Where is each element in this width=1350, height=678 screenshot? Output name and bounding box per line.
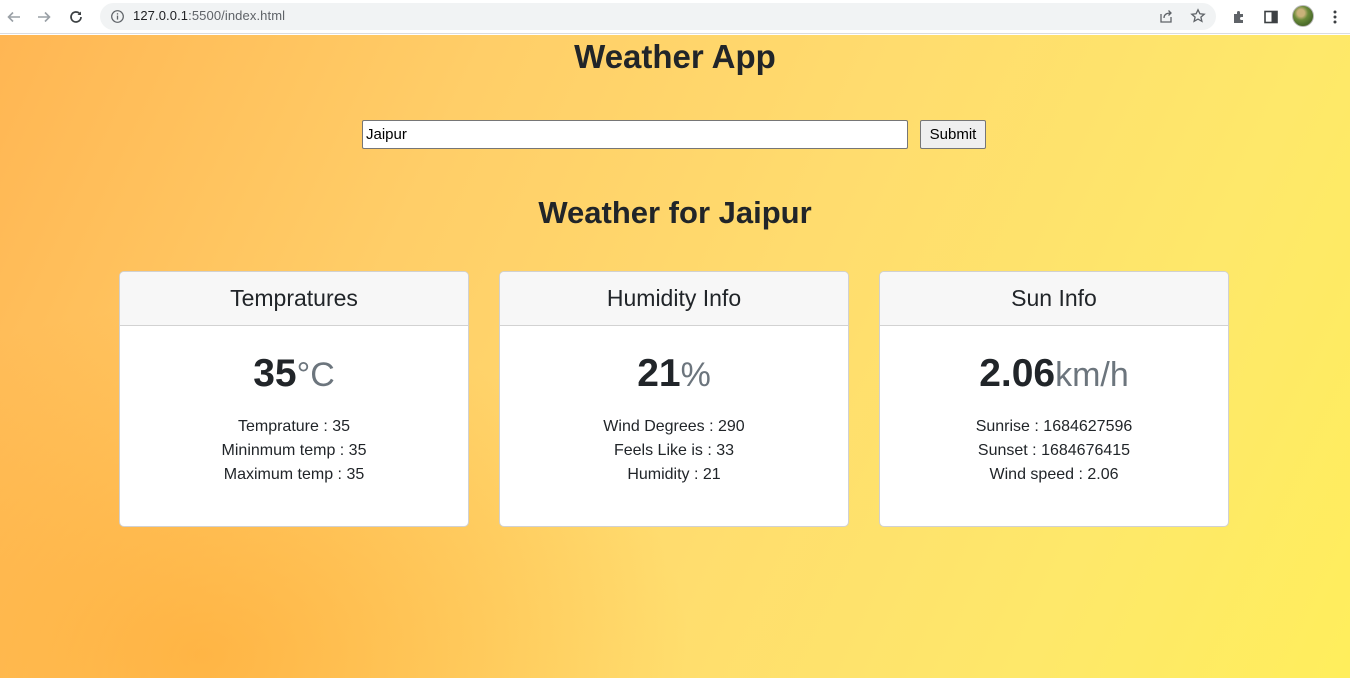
submit-button[interactable]: Submit	[920, 120, 986, 149]
primary-number: 35	[253, 352, 297, 395]
url-text: 127.0.0.1:5500/index.html	[133, 8, 285, 23]
primary-value: 2.06km/h	[880, 350, 1228, 399]
address-bar[interactable]: 127.0.0.1:5500/index.html	[100, 3, 1216, 30]
temperatures-card: Tempratures 35°C Temprature : 35 Mininmu…	[119, 271, 469, 527]
city-heading: Weather for Jaipur	[538, 195, 812, 230]
humidity-card: Humidity Info 21% Wind Degrees : 290 Fee…	[499, 271, 849, 527]
card-title: Humidity Info	[500, 272, 848, 326]
primary-unit: km/h	[1055, 356, 1129, 394]
primary-number: 21	[637, 352, 681, 395]
primary-value: 21%	[500, 350, 848, 399]
more-menu-icon[interactable]	[1325, 7, 1345, 27]
reload-icon[interactable]	[64, 5, 88, 29]
detail-line: Mininmum temp : 35	[221, 442, 367, 459]
side-panel-icon[interactable]	[1261, 7, 1281, 27]
detail-line: Feels Like is : 33	[613, 442, 735, 459]
back-icon[interactable]	[2, 5, 26, 29]
detail-line: Wind Degrees : 290	[603, 418, 745, 435]
city-search-input[interactable]	[362, 120, 908, 149]
primary-number: 2.06	[979, 352, 1056, 395]
url-path: :5500/index.html	[188, 8, 286, 23]
primary-value: 35°C	[120, 350, 468, 399]
forward-icon[interactable]	[32, 5, 56, 29]
site-info-icon[interactable]	[110, 9, 125, 24]
app-title: Weather App	[574, 38, 776, 75]
card-title: Sun Info	[880, 272, 1228, 326]
browser-toolbar: 127.0.0.1:5500/index.html	[0, 0, 1350, 34]
primary-unit: °C	[296, 356, 335, 394]
detail-line: Sunset : 1684676415	[977, 442, 1131, 459]
bookmark-star-icon[interactable]	[1190, 8, 1208, 26]
card-title: Tempratures	[120, 272, 468, 326]
url-host: 127.0.0.1	[133, 8, 189, 23]
extensions-icon[interactable]	[1229, 7, 1249, 27]
detail-line: Sunrise : 1684627596	[975, 418, 1133, 435]
detail-line: Humidity : 21	[627, 466, 721, 483]
detail-line: Maximum temp : 35	[223, 466, 365, 483]
share-icon[interactable]	[1158, 8, 1176, 26]
profile-avatar[interactable]	[1292, 5, 1314, 27]
primary-unit: %	[680, 356, 711, 394]
detail-line: Temprature : 35	[237, 418, 351, 435]
detail-line: Wind speed : 2.06	[989, 466, 1119, 483]
page-background: Weather App Submit Weather for Jaipur Te…	[0, 35, 1350, 678]
sun-info-card: Sun Info 2.06km/h Sunrise : 1684627596 S…	[879, 271, 1229, 527]
